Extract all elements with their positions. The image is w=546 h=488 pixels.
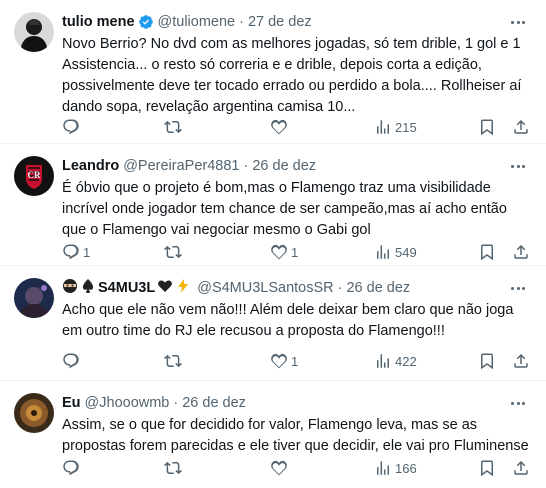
tweet-actions: 1 1 549	[58, 241, 534, 263]
tweet[interactable]: S4MU3L @S4MU3LSantosSR · 26 de dez Acho …	[0, 266, 546, 381]
tweet-date[interactable]: 26 de dez	[182, 395, 246, 411]
ninja-emoji-icon	[62, 278, 78, 298]
tweet-text: Acho que ele não vem não!!! Além dele de…	[62, 302, 514, 339]
more-options-icon[interactable]	[508, 280, 528, 296]
tweet-actions: 1 422	[58, 350, 534, 372]
author-name[interactable]: S4MU3L	[98, 280, 155, 296]
tweet-text: Assim, se o que for decidido for valor, …	[62, 417, 529, 454]
retweet-icon	[164, 461, 182, 475]
author-handle[interactable]: @tuliomene	[158, 14, 236, 30]
bookmark-icon	[481, 460, 493, 477]
bookmark-icon	[481, 353, 493, 370]
separator-dot: ·	[243, 158, 249, 174]
heart-icon	[271, 119, 287, 135]
like-button[interactable]	[270, 457, 291, 479]
reply-icon	[63, 460, 79, 476]
separator-dot: ·	[173, 395, 179, 411]
tweet-text: É óbvio que o projeto é bom,mas o Flamen…	[62, 180, 507, 238]
views-chart-icon	[377, 245, 389, 259]
author-name[interactable]: Eu	[62, 395, 81, 411]
more-options-icon[interactable]	[508, 14, 528, 30]
retweet-icon	[164, 120, 182, 134]
author-name[interactable]: tulio mene	[62, 14, 135, 30]
heart-icon	[271, 353, 287, 369]
lightning-emoji-icon	[175, 278, 191, 298]
reply-icon	[63, 244, 79, 260]
spade-emoji-icon	[80, 278, 96, 298]
heart-icon	[271, 244, 287, 260]
author-name[interactable]: Leandro	[62, 158, 119, 174]
like-button[interactable]: 1	[270, 241, 298, 263]
views-chart-icon	[377, 354, 389, 368]
avatar[interactable]	[14, 278, 54, 318]
more-options-icon[interactable]	[508, 158, 528, 174]
share-icon	[514, 353, 528, 368]
share-button[interactable]	[512, 116, 530, 138]
reply-button[interactable]	[62, 350, 83, 372]
bookmark-icon	[481, 119, 493, 136]
retweet-button[interactable]	[164, 116, 185, 138]
share-button[interactable]	[512, 241, 530, 263]
like-button[interactable]	[270, 116, 291, 138]
black-heart-emoji-icon	[157, 278, 173, 298]
bookmark-button[interactable]	[478, 116, 496, 138]
separator-dot: ·	[239, 14, 244, 30]
views-chart-icon	[377, 461, 389, 475]
tweet[interactable]: tulio mene @tuliomene · 27 de dez Novo B…	[0, 0, 546, 144]
bookmark-icon	[481, 244, 493, 261]
avatar[interactable]: CR	[14, 156, 54, 196]
tweet-date[interactable]: 26 de dez	[346, 280, 410, 296]
reply-button[interactable]	[62, 457, 83, 479]
reply-button[interactable]: 1	[62, 241, 90, 263]
verified-badge-icon	[138, 15, 153, 29]
share-button[interactable]	[512, 457, 530, 479]
share-button[interactable]	[512, 350, 530, 372]
author-handle[interactable]: @S4MU3LSantosSR	[197, 280, 333, 296]
bookmark-button[interactable]	[478, 350, 496, 372]
tweet-actions: 215	[58, 116, 534, 138]
retweet-button[interactable]	[164, 457, 185, 479]
views-button[interactable]: 215	[374, 116, 417, 138]
retweet-button[interactable]	[164, 241, 185, 263]
svg-text:CR: CR	[28, 170, 41, 180]
tweet-actions: 166	[58, 457, 534, 479]
views-button[interactable]: 422	[374, 350, 417, 372]
retweet-icon	[164, 245, 182, 259]
tweet[interactable]: CR Leandro @PereiraPer4881 · 26 de dez É…	[0, 144, 546, 266]
bookmark-button[interactable]	[478, 457, 496, 479]
avatar[interactable]	[14, 12, 54, 52]
reply-button[interactable]	[62, 116, 83, 138]
author-handle[interactable]: @PereiraPer4881	[123, 158, 239, 174]
heart-icon	[271, 460, 287, 476]
like-button[interactable]: 1	[270, 350, 298, 372]
author-handle[interactable]: @Jhooowmb	[85, 395, 170, 411]
reply-icon	[63, 353, 79, 369]
retweet-button[interactable]	[164, 350, 185, 372]
avatar[interactable]	[14, 393, 54, 433]
tweet[interactable]: Eu @Jhooowmb · 26 de dez Assim, se o que…	[0, 381, 546, 488]
reply-icon	[63, 119, 79, 135]
share-icon	[514, 460, 528, 475]
share-icon	[514, 119, 528, 134]
views-button[interactable]: 166	[374, 457, 417, 479]
share-icon	[514, 244, 528, 259]
more-options-icon[interactable]	[508, 395, 528, 411]
bookmark-button[interactable]	[478, 241, 496, 263]
separator-dot: ·	[337, 280, 343, 296]
views-button[interactable]: 549	[374, 241, 417, 263]
tweet-date[interactable]: 26 de dez	[252, 158, 316, 174]
views-chart-icon	[377, 120, 389, 134]
tweet-text: Novo Berrio? No dvd com as melhores joga…	[62, 36, 522, 115]
tweet-date[interactable]: 27 de dez	[248, 14, 312, 30]
retweet-icon	[164, 354, 182, 368]
